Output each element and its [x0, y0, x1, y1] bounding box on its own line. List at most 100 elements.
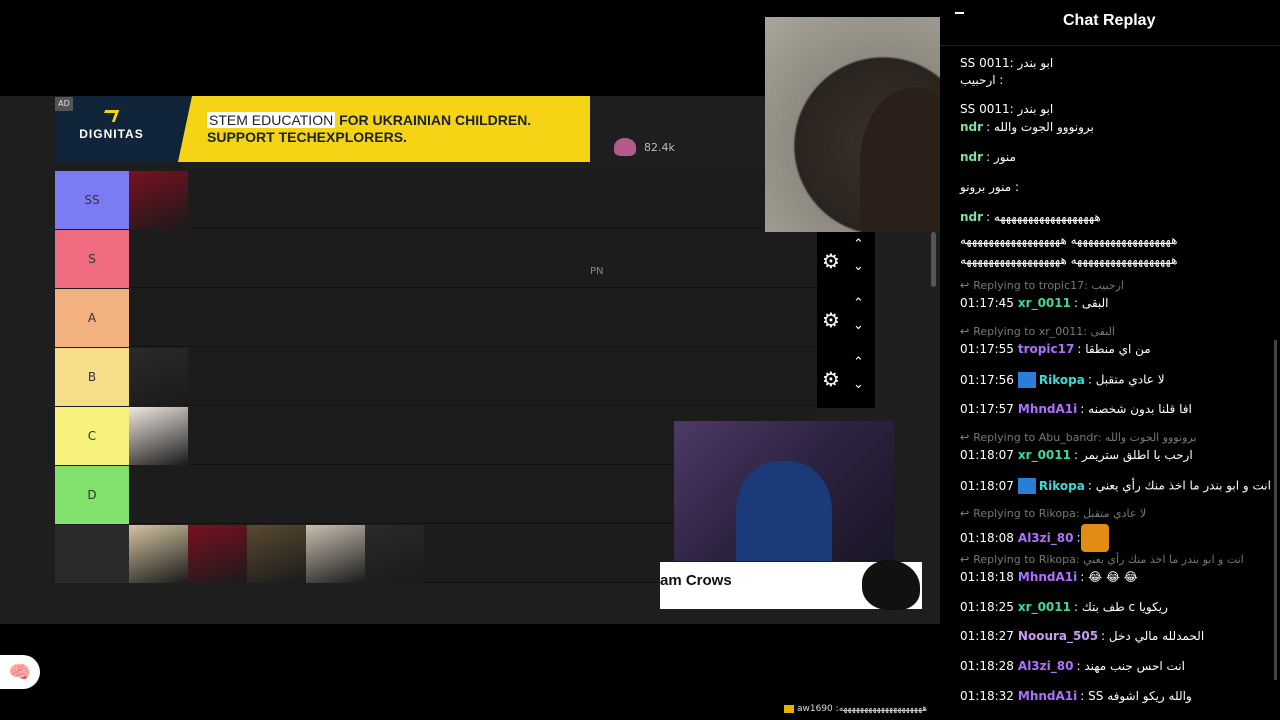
ad-badge: AD	[55, 97, 73, 111]
message-text: : 😂 😂 😂	[1080, 570, 1138, 584]
page-scrollbar[interactable]	[931, 232, 936, 287]
chat-message: 01:17:56 Rikopa: لا عادي متقبل	[960, 372, 1165, 388]
chat-message: ههههههههههههههههههه ههههههههههههههههههه	[960, 253, 1177, 267]
tier-row: SS	[55, 171, 817, 229]
message-username[interactable]: xr_0011	[1018, 448, 1071, 462]
ticker-text: :ههههههههههههههههههههه	[835, 704, 928, 714]
message-time[interactable]: 01:18:32	[960, 689, 1014, 703]
message-username[interactable]: MhndA1i	[1018, 570, 1077, 584]
user-badge-icon	[1017, 372, 1036, 388]
tier-item-thumbnail[interactable]	[129, 171, 188, 229]
message-username[interactable]: Al3zi_80	[1018, 659, 1074, 673]
tier-label[interactable]: C	[55, 407, 129, 465]
poop-emoji-icon	[614, 138, 636, 156]
message-text: : طف بتك c ريكويا	[1073, 600, 1168, 614]
tier-item-thumbnail[interactable]	[365, 525, 424, 583]
message-text: : انت احس جنب مهند	[1076, 659, 1185, 673]
gear-icon[interactable]: ⚙	[822, 367, 840, 391]
tier-label[interactable]	[55, 525, 129, 583]
tier-controls-a: ⚙ ⌃ ⌄	[817, 290, 875, 349]
message-time[interactable]: 01:18:07	[960, 479, 1014, 493]
message-username[interactable]: tropic17	[1018, 342, 1074, 356]
message-username[interactable]: ndr	[960, 210, 983, 224]
tier-item-thumbnail[interactable]	[247, 525, 306, 583]
tier-label[interactable]: SS	[55, 171, 129, 229]
secondary-webcam	[674, 421, 894, 561]
tier-label[interactable]: S	[55, 230, 129, 288]
message-time[interactable]: 01:18:28	[960, 659, 1014, 673]
message-text: : SS والله ريكو اشوفه	[1080, 689, 1192, 703]
ticker-user: aw1690	[797, 704, 833, 714]
reply-arrow-icon: ↩	[960, 431, 970, 444]
message-text: : منور	[986, 150, 1016, 164]
message-time[interactable]: 01:18:18	[960, 570, 1014, 584]
message-time[interactable]: 01:18:25	[960, 600, 1014, 614]
message-time[interactable]: 01:18:07	[960, 448, 1014, 462]
message-text: : افا قلنا بدون شخصنه	[1080, 402, 1192, 416]
reply-arrow-icon: ↩	[960, 279, 970, 292]
chat-message: 01:17:55 tropic17: من اي منطقا	[960, 342, 1151, 356]
message-username[interactable]: ndr	[960, 150, 983, 164]
reply-arrow-icon: ↩	[960, 507, 970, 520]
tier-item-thumbnail[interactable]	[129, 407, 188, 465]
message-username[interactable]: xr_0011	[1018, 296, 1071, 310]
message-username[interactable]: MhndA1i	[1018, 402, 1077, 416]
reply-text: Replying to Rikopa: لا عادي متقبل	[973, 507, 1147, 520]
message-time[interactable]: 01:17:57	[960, 402, 1014, 416]
message-time[interactable]: 01:18:27	[960, 629, 1014, 643]
brain-extension-button[interactable]: 🧠	[0, 655, 40, 689]
message-text: SS ابو بندر :0011	[960, 102, 1054, 116]
chevron-up-icon[interactable]: ⌃	[853, 296, 864, 311]
message-time[interactable]: 01:17:56	[960, 373, 1014, 387]
chat-message: ndr: ههههههههههههههههههه	[960, 210, 1101, 224]
tier-label[interactable]: A	[55, 289, 129, 347]
chat-scrollbar[interactable]	[1274, 340, 1277, 680]
ad-banner[interactable]: DIGNITAS STEM EDUCATION FOR UKRAINIAN CH…	[55, 96, 590, 162]
chevron-down-icon[interactable]: ⌄	[853, 259, 864, 274]
message-username[interactable]: Rikopa	[1039, 373, 1085, 387]
message-username[interactable]: Al3zi_80	[1018, 531, 1074, 545]
tier-label[interactable]: D	[55, 466, 129, 524]
message-time[interactable]: 01:17:45	[960, 296, 1014, 310]
reply-text: Replying to tropic17: ارحبيب	[973, 279, 1124, 292]
chevron-up-icon[interactable]: ⌃	[853, 355, 864, 370]
tier-row: A	[55, 289, 817, 347]
reaction-count: 82.4k	[614, 138, 675, 156]
ad-highlight: STEM EDUCATION	[207, 112, 336, 128]
collapse-chat-button[interactable]	[955, 12, 964, 14]
tier-row: S	[55, 230, 817, 288]
message-text: ههههههههههههههههههه ههههههههههههههههههه	[960, 253, 1178, 267]
message-username[interactable]: MhndA1i	[1018, 689, 1077, 703]
chevron-down-icon[interactable]: ⌄	[853, 318, 864, 333]
tier-item-thumbnail[interactable]	[306, 525, 365, 583]
chat-message: 01:18:32 MhndA1i: SS والله ريكو اشوفه	[960, 689, 1192, 703]
team-label-text: am Crows	[660, 572, 732, 589]
message-text: ههههههههههههههههههه ههههههههههههههههههه	[960, 233, 1178, 247]
message-text: منور برونو :	[960, 180, 1020, 194]
message-text: : انت و ابو بندر ما اخذ منك رأي يعني	[1087, 478, 1271, 493]
chat-message: 01:18:27 Nooura_505: الحمدلله مالي دخل	[960, 629, 1204, 643]
reply-text: Replying to Abu_bandr: برونووو الجوت وال…	[973, 431, 1197, 444]
reply-arrow-icon: ↩	[960, 553, 970, 566]
tier-item-thumbnail[interactable]	[129, 348, 188, 406]
tier-items	[129, 171, 188, 229]
message-text: : برونووو الجوت والله	[986, 120, 1094, 134]
chevron-down-icon[interactable]: ⌄	[853, 377, 864, 392]
message-username[interactable]: Rikopa	[1039, 479, 1085, 493]
gear-icon[interactable]: ⚙	[822, 249, 840, 273]
message-username[interactable]: ndr	[960, 120, 983, 134]
message-username[interactable]: Nooura_505	[1018, 629, 1098, 643]
message-time[interactable]: 01:18:08	[960, 531, 1014, 545]
brain-icon: 🧠	[8, 661, 32, 683]
message-time[interactable]: 01:17:55	[960, 342, 1014, 356]
main-webcam	[765, 17, 940, 232]
reply-text: Replying to Rikopa: انت و ابو بندر ما اخ…	[973, 553, 1244, 566]
chevron-up-icon[interactable]: ⌃	[853, 237, 864, 252]
gear-icon[interactable]: ⚙	[822, 308, 840, 332]
tier-item-thumbnail[interactable]	[129, 525, 188, 583]
message-username[interactable]: xr_0011	[1018, 600, 1071, 614]
tier-item-thumbnail[interactable]	[188, 525, 247, 583]
tier-label[interactable]: B	[55, 348, 129, 406]
chat-message: 01:18:07 xr_0011: ارحب يا اطلق ستريمر	[960, 448, 1193, 462]
tier-items	[129, 407, 188, 465]
